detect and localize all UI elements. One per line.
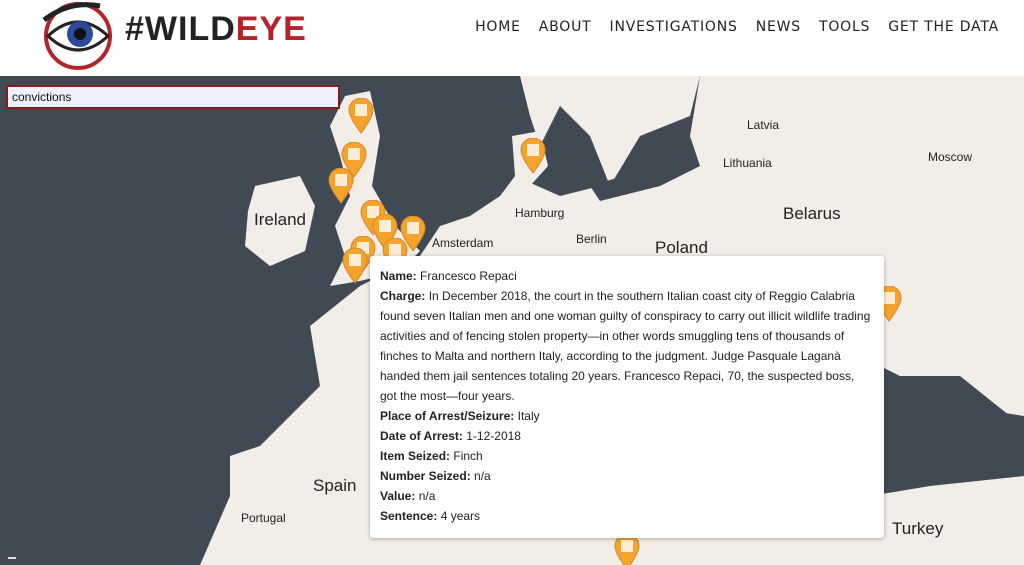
nav-home[interactable]: HOME xyxy=(475,19,521,35)
popup-charge-label: Charge: xyxy=(380,289,426,303)
place-amsterdam: Amsterdam xyxy=(432,236,494,250)
popup-name-label: Name: xyxy=(380,269,417,283)
marker-icon[interactable] xyxy=(348,98,374,134)
popup-date-row: Date of Arrest: 1-12-2018 xyxy=(380,426,874,446)
place-moscow: Moscow xyxy=(928,150,973,164)
popup-sentence-row: Sentence: 4 years xyxy=(380,506,874,526)
case-popup: Name: Francesco Repaci Charge: In Decemb… xyxy=(370,256,884,538)
popup-name-row: Name: Francesco Repaci xyxy=(380,266,874,286)
place-poland: Poland xyxy=(655,238,708,257)
popup-value-row: Value: n/a xyxy=(380,486,874,506)
logo-text-red: EYE xyxy=(235,10,307,48)
place-latvia: Latvia xyxy=(747,118,780,132)
marker-icon[interactable] xyxy=(328,168,354,204)
popup-place-row: Place of Arrest/Seizure: Italy xyxy=(380,406,874,426)
popup-date-value: 1-12-2018 xyxy=(466,429,521,443)
place-belarus: Belarus xyxy=(783,204,841,223)
nav-get-the-data[interactable]: GET THE DATA xyxy=(888,19,999,35)
place-turkey: Turkey xyxy=(892,519,944,538)
popup-number-value: n/a xyxy=(474,469,491,483)
popup-charge-row: Charge: In December 2018, the court in t… xyxy=(380,286,874,406)
place-spain: Spain xyxy=(313,476,357,495)
search-input[interactable] xyxy=(6,85,340,109)
popup-name-value: Francesco Repaci xyxy=(420,269,517,283)
popup-item-row: Item Seized: Finch xyxy=(380,446,874,466)
place-ireland: Ireland xyxy=(254,210,306,229)
nav-news[interactable]: NEWS xyxy=(756,19,801,35)
marker-icon[interactable] xyxy=(614,534,640,565)
map-view[interactable]: Ireland Amsterdam Hamburg Berlin Poland … xyxy=(0,76,1024,565)
map-attribution xyxy=(8,557,16,559)
logo-text-dark: #WILD xyxy=(125,10,236,48)
place-hamburg: Hamburg xyxy=(515,206,565,220)
popup-value-label: Value: xyxy=(380,489,416,503)
popup-place-label: Place of Arrest/Seizure: xyxy=(380,409,515,423)
place-berlin: Berlin xyxy=(576,232,607,246)
popup-sentence-label: Sentence: xyxy=(380,509,438,523)
popup-item-label: Item Seized: xyxy=(380,449,451,463)
popup-number-label: Number Seized: xyxy=(380,469,471,483)
marker-icon[interactable] xyxy=(342,248,368,284)
eye-logo-icon xyxy=(42,2,112,70)
nav-investigations[interactable]: INVESTIGATIONS xyxy=(610,19,738,35)
logo-wordmark: #WILDEYE xyxy=(125,12,307,46)
place-portugal: Portugal xyxy=(241,511,286,525)
marker-icon[interactable] xyxy=(520,138,546,174)
nav-about[interactable]: ABOUT xyxy=(539,19,592,35)
place-lithuania: Lithuania xyxy=(723,156,772,170)
popup-number-row: Number Seized: n/a xyxy=(380,466,874,486)
popup-value-value: n/a xyxy=(418,489,436,503)
popup-place-value: Italy xyxy=(517,409,540,423)
site-logo[interactable]: #WILDEYE xyxy=(40,0,306,72)
popup-sentence-value: 4 years xyxy=(440,509,481,523)
popup-date-label: Date of Arrest: xyxy=(380,429,463,443)
popup-charge-value: In December 2018, the court in the south… xyxy=(380,289,871,403)
site-header: #WILDEYE HOME ABOUT INVESTIGATIONS NEWS … xyxy=(0,0,1024,76)
popup-item-value: Finch xyxy=(453,449,483,463)
nav-tools[interactable]: TOOLS xyxy=(819,19,870,35)
main-nav: HOME ABOUT INVESTIGATIONS NEWS TOOLS GET… xyxy=(475,19,999,35)
